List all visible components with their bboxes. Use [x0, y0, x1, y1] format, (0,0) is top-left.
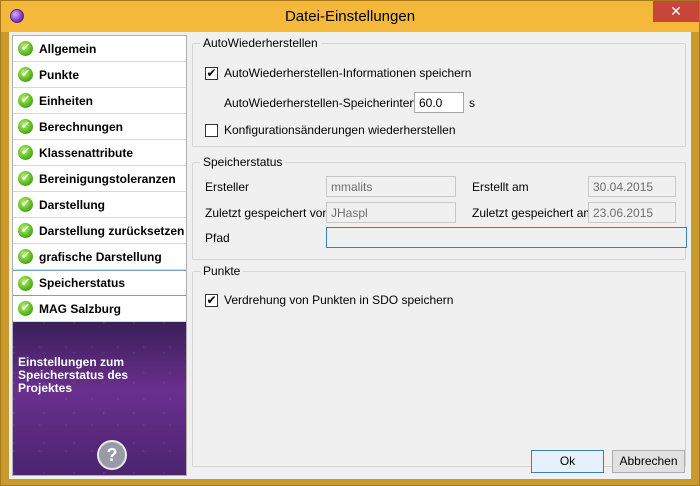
check-icon: ✔: [18, 93, 33, 108]
points-group-title: Punkte: [200, 264, 244, 278]
autosave-interval-label: AutoWiederherstellen-Speicherinterval:: [224, 96, 433, 110]
ok-button[interactable]: Ok: [531, 450, 604, 473]
checkmark-icon: ✔: [206, 66, 217, 80]
rotation-label: Verdrehung von Punkten in SDO speichern: [224, 293, 454, 307]
autosave-info-label: AutoWiederherstellen-Informationen speic…: [224, 66, 472, 80]
check-icon: ✔: [18, 145, 33, 160]
sidebar-item-label: Einheiten: [39, 93, 94, 108]
check-icon: ✔: [18, 171, 33, 186]
check-icon: ✔: [18, 119, 33, 134]
last-saved-by-label: Zuletzt gespeichert von: [205, 206, 330, 220]
autosave-group: AutoWiederherstellen ✔ AutoWiederherstel…: [192, 36, 686, 147]
sidebar-item-label: Speicherstatus: [39, 276, 126, 290]
save-status-group: Speicherstatus Ersteller mmalits Erstell…: [192, 155, 687, 260]
restore-config-label: Konfigurationsänderungen wiederherstelle…: [224, 123, 456, 137]
sidebar-item-grafische-darstellung[interactable]: ✔ grafische Darstellung: [13, 244, 186, 270]
check-icon: ✔: [18, 223, 33, 238]
sidebar-item-label: Punkte: [39, 67, 80, 82]
rotation-checkbox[interactable]: ✔: [205, 294, 218, 307]
dialog-client-area: ✔ Allgemein ✔ Punkte ✔ Einheiten ✔ Berec…: [9, 32, 691, 479]
check-icon: ✔: [18, 301, 33, 316]
settings-sidebar: ✔ Allgemein ✔ Punkte ✔ Einheiten ✔ Berec…: [12, 35, 187, 476]
sidebar-item-klassenattribute[interactable]: ✔ Klassenattribute: [13, 140, 186, 166]
sidebar-item-einheiten[interactable]: ✔ Einheiten: [13, 88, 186, 114]
sidebar-item-label: Darstellung zurücksetzen: [39, 223, 185, 238]
check-icon: ✔: [18, 41, 33, 56]
check-icon: ✔: [18, 197, 33, 212]
sidebar-info-text: Einstellungen zum Speicherstatus des Pro…: [18, 355, 129, 395]
cancel-button[interactable]: Abbrechen: [612, 450, 685, 473]
sidebar-item-label: Allgemein: [39, 41, 97, 56]
sidebar-item-allgemein[interactable]: ✔ Allgemein: [13, 36, 186, 62]
sidebar-item-darstellung-zuruecksetzen[interactable]: ✔ Darstellung zurücksetzen: [13, 218, 186, 244]
autosave-interval-input[interactable]: 60.0: [414, 92, 464, 113]
sidebar-item-punkte[interactable]: ✔ Punkte: [13, 62, 186, 88]
sidebar-item-bereinigungstoleranzen[interactable]: ✔ Bereinigungstoleranzen: [13, 166, 186, 192]
check-icon: ✔: [18, 67, 33, 82]
save-status-group-title: Speicherstatus: [200, 155, 286, 169]
creator-label: Ersteller: [205, 180, 250, 194]
help-icon[interactable]: ?: [97, 440, 127, 470]
last-saved-label: Zuletzt gespeichert am: [472, 206, 594, 220]
sidebar-item-label: Darstellung: [39, 197, 106, 212]
title-bar[interactable]: Datei-Einstellungen ✕: [1, 1, 699, 32]
sidebar-item-mag-salzburg[interactable]: ✔ MAG Salzburg: [13, 296, 186, 322]
autosave-interval-unit: s: [469, 96, 475, 110]
points-group: Punkte ✔ Verdrehung von Punkten in SDO s…: [192, 264, 686, 467]
check-icon: ✔: [18, 275, 33, 291]
check-icon: ✔: [18, 249, 33, 264]
autosave-group-title: AutoWiederherstellen: [200, 36, 321, 50]
dialog-window: Datei-Einstellungen ✕ ✔ Allgemein ✔ Punk…: [0, 0, 700, 486]
autosave-info-checkbox[interactable]: ✔: [205, 67, 218, 80]
close-button[interactable]: ✕: [653, 1, 699, 22]
created-field[interactable]: 30.04.2015: [588, 176, 676, 197]
sidebar-item-label: Klassenattribute: [39, 145, 134, 160]
sidebar-item-label: MAG Salzburg: [39, 301, 122, 316]
last-saved-field[interactable]: 23.06.2015: [588, 202, 676, 223]
sidebar-item-berechnungen[interactable]: ✔ Berechnungen: [13, 114, 186, 140]
sidebar-info-panel: Einstellungen zum Speicherstatus des Pro…: [13, 322, 186, 475]
path-field[interactable]: [326, 227, 687, 248]
creator-field[interactable]: mmalits: [326, 176, 456, 197]
sidebar-item-speicherstatus[interactable]: ✔ Speicherstatus: [13, 270, 186, 296]
sidebar-item-label: Berechnungen: [39, 119, 124, 134]
sidebar-item-label: grafische Darstellung: [39, 249, 162, 264]
window-title: Datei-Einstellungen: [284, 8, 416, 25]
restore-config-checkbox[interactable]: [205, 124, 218, 137]
sidebar-item-darstellung[interactable]: ✔ Darstellung: [13, 192, 186, 218]
created-label: Erstellt am: [472, 180, 529, 194]
last-saved-by-field[interactable]: JHaspl: [326, 202, 456, 223]
checkmark-icon: ✔: [206, 293, 217, 307]
sidebar-item-label: Bereinigungstoleranzen: [39, 171, 176, 186]
path-label: Pfad: [205, 231, 230, 245]
